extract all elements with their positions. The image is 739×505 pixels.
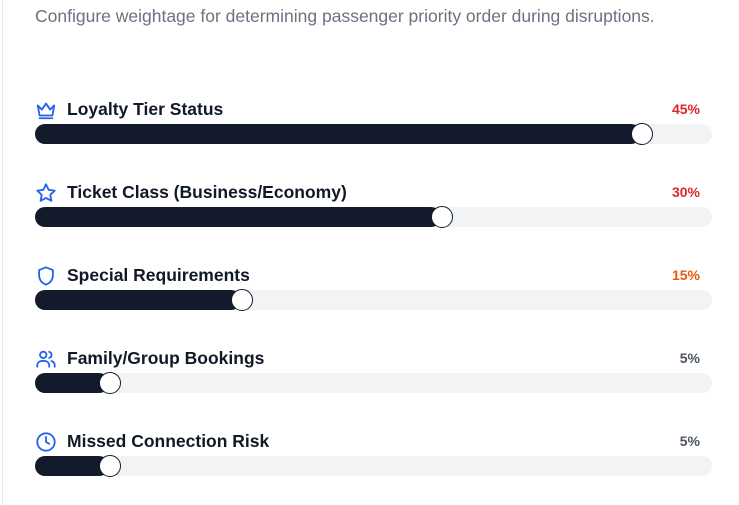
crown-icon (35, 99, 57, 121)
factor-family-group: Family/Group Bookings 5% (35, 347, 712, 407)
factor-ticket-class: Ticket Class (Business/Economy) 30% (35, 181, 712, 241)
star-icon (35, 182, 57, 204)
factor-missed-connection: Missed Connection Risk 5% (35, 430, 712, 490)
factor-label: Ticket Class (Business/Economy) (67, 182, 347, 202)
slider-thumb[interactable] (431, 206, 453, 228)
factor-percent: 5% (679, 350, 700, 366)
weight-slider[interactable] (35, 289, 712, 311)
clock-icon (35, 431, 57, 453)
slider-fill (35, 290, 241, 310)
factor-label: Loyalty Tier Status (67, 99, 224, 119)
slider-thumb[interactable] (231, 289, 253, 311)
factor-label: Special Requirements (67, 265, 250, 285)
shield-icon (35, 265, 57, 287)
weight-slider[interactable] (35, 372, 712, 394)
factor-percent: 30% (671, 184, 700, 200)
slider-fill (35, 207, 441, 227)
factor-label: Family/Group Bookings (67, 348, 265, 368)
weight-slider[interactable] (35, 206, 712, 228)
weight-slider[interactable] (35, 455, 712, 477)
slider-thumb[interactable] (99, 372, 121, 394)
slider-fill (35, 373, 109, 393)
slider-fill (35, 456, 109, 476)
panel-divider (2, 0, 3, 505)
weight-slider[interactable] (35, 123, 712, 145)
slider-thumb[interactable] (99, 455, 121, 477)
slider-thumb[interactable] (631, 123, 653, 145)
factor-label: Missed Connection Risk (67, 431, 270, 451)
users-icon (35, 348, 57, 370)
factor-loyalty-tier: Loyalty Tier Status 45% (35, 98, 712, 158)
factor-percent: 5% (679, 433, 700, 449)
panel-description: Configure weightage for determining pass… (35, 6, 655, 26)
slider-fill (35, 124, 641, 144)
factor-percent: 15% (671, 267, 700, 283)
factor-special-requirements: Special Requirements 15% (35, 264, 712, 324)
priority-weights-panel: Configure weightage for determining pass… (0, 0, 739, 505)
factor-percent: 45% (671, 101, 700, 117)
